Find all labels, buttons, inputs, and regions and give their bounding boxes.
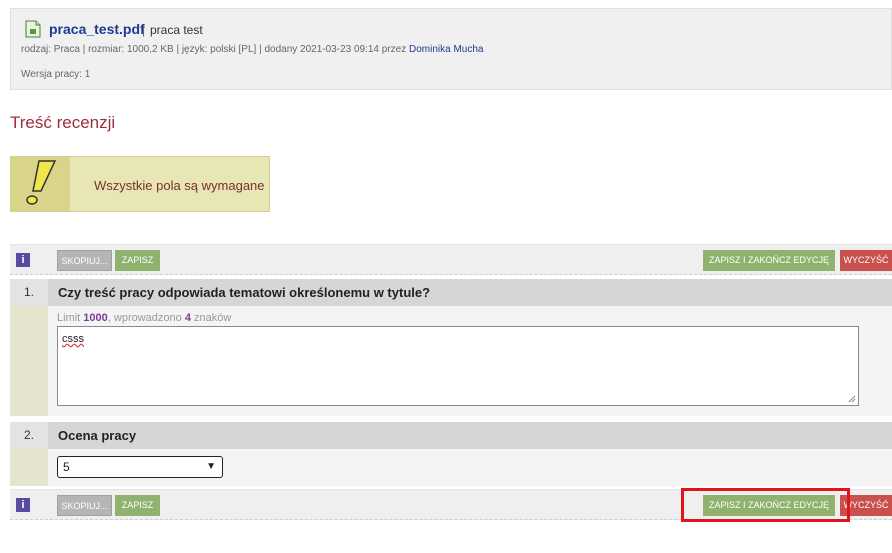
question-row: 2. Ocena pracy	[10, 422, 892, 449]
question-row: 1. Czy treść pracy odpowiada tematowi ok…	[10, 279, 892, 306]
limit-suffix: znaków	[190, 312, 232, 324]
info-icon[interactable]: i	[16, 253, 30, 267]
copy-button[interactable]: SKOPIUJ...	[57, 250, 112, 271]
exclamation-icon	[26, 160, 57, 205]
answer-row: Limit 1000, wprowadzono 4 znaków csss	[10, 306, 892, 416]
answer-text: csss	[62, 333, 84, 345]
limit-middle: , wprowadzono	[107, 312, 185, 324]
top-toolbar: i SKOPIUJ... ZAPISZ ZAPISZ I ZAKOŃCZ EDY…	[10, 244, 892, 275]
chevron-down-icon: ▼	[206, 461, 216, 472]
save-and-finish-button[interactable]: ZAPISZ I ZAKOŃCZ EDYCJĘ	[703, 250, 835, 271]
question-number: 2.	[10, 422, 48, 449]
question-text: Czy treść pracy odpowiada tematowi okreś…	[58, 285, 431, 300]
answer-textarea[interactable]: csss	[57, 326, 859, 406]
char-limit-info: Limit 1000, wprowadzono 4 znaków	[57, 312, 231, 324]
file-author-link[interactable]: Dominika Mucha	[409, 44, 483, 55]
answer-body: 5 ▼	[48, 449, 892, 486]
save-button[interactable]: ZAPISZ	[115, 250, 160, 271]
warning-text: Wszystkie pola są wymagane	[94, 178, 265, 193]
answer-gutter	[10, 449, 48, 486]
file-version: Wersja pracy: 1	[21, 69, 91, 80]
required-fields-notice: Wszystkie pola są wymagane	[10, 156, 270, 212]
answer-gutter	[10, 306, 48, 416]
pdf-file-icon	[25, 20, 41, 38]
file-metadata: rodzaj: Praca | rozmiar: 1000,2 KB | jęz…	[21, 44, 483, 55]
file-separator: |	[142, 23, 146, 37]
file-meta-text: rodzaj: Praca | rozmiar: 1000,2 KB | jęz…	[21, 44, 409, 55]
question-number: 1.	[10, 279, 48, 306]
limit-value: 1000	[83, 312, 108, 324]
file-info-panel: praca_test.pdf | praca test rodzaj: Prac…	[10, 8, 892, 90]
limit-prefix: Limit	[57, 312, 84, 324]
question-text: Ocena pracy	[58, 428, 137, 443]
save-button[interactable]: ZAPISZ	[115, 495, 160, 516]
warning-icon-cell	[11, 157, 70, 211]
file-name-link[interactable]: praca_test.pdf	[49, 21, 145, 37]
clear-button[interactable]: WYCZYŚĆ	[840, 250, 892, 271]
info-icon[interactable]: i	[16, 498, 30, 512]
rating-selected-value: 5	[63, 460, 70, 474]
answer-row: 5 ▼	[10, 449, 892, 486]
file-title: praca test	[150, 23, 203, 37]
answer-body: Limit 1000, wprowadzono 4 znaków csss	[48, 306, 892, 416]
copy-button[interactable]: SKOPIUJ...	[57, 495, 112, 516]
resize-grip-icon[interactable]	[848, 395, 856, 403]
highlight-box	[681, 488, 850, 522]
page-title: Treść recenzji	[10, 113, 116, 132]
rating-select[interactable]: 5 ▼	[57, 456, 223, 478]
